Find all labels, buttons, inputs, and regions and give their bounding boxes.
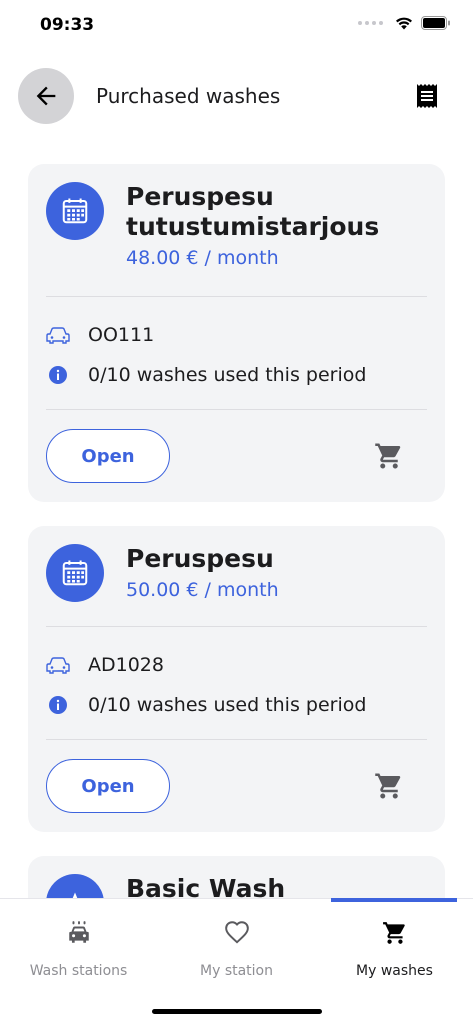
- car-icon: [46, 323, 70, 347]
- status-bar: 09:33: [0, 0, 473, 52]
- tab-label: Wash stations: [29, 963, 128, 979]
- header: Purchased washes: [0, 68, 473, 124]
- plate-number: OO111: [88, 324, 155, 346]
- plate-row: AD1028: [46, 645, 427, 685]
- battery-icon: [421, 16, 450, 30]
- add-to-cart-button[interactable]: [369, 766, 409, 806]
- back-button[interactable]: [18, 68, 74, 124]
- divider: [46, 626, 427, 627]
- washes-list[interactable]: Peruspesu tutustumistarjous 48.00 € / mo…: [28, 164, 445, 898]
- status-icons: [358, 16, 451, 30]
- wash-name: Peruspesu tutustumistarjous: [126, 182, 380, 241]
- plate-number: AD1028: [88, 654, 164, 676]
- cart-icon: [382, 919, 408, 947]
- usage-text: 0/10 washes used this period: [88, 364, 367, 386]
- calendar-icon: [46, 544, 104, 602]
- receipt-icon: [417, 84, 437, 108]
- navigation-icon: [46, 874, 104, 898]
- usage-text: 0/10 washes used this period: [88, 694, 367, 716]
- wash-card: Peruspesu 50.00 € / month AD1028 0/10 wa…: [28, 526, 445, 832]
- wash-card: Peruspesu tutustumistarjous 48.00 € / mo…: [28, 164, 445, 502]
- plate-row: OO111: [46, 315, 427, 355]
- divider: [46, 296, 427, 297]
- wash-price: 48.00 € / month: [126, 247, 279, 269]
- open-button[interactable]: Open: [46, 759, 170, 813]
- receipt-button[interactable]: [413, 82, 441, 110]
- status-time: 09:33: [40, 15, 95, 35]
- page-title: Purchased washes: [96, 84, 281, 108]
- usage-row: 0/10 washes used this period: [46, 355, 427, 395]
- signal-icon: [358, 21, 383, 25]
- home-indicator: [152, 1009, 322, 1014]
- tab-wash-stations[interactable]: Wash stations: [0, 899, 157, 999]
- tab-my-station[interactable]: My station: [158, 899, 315, 999]
- car-icon: [46, 653, 70, 677]
- tab-label: My station: [200, 963, 273, 979]
- info-icon: [46, 363, 70, 387]
- arrow-left-icon: [36, 86, 56, 106]
- car-wash-icon: [66, 919, 92, 947]
- add-to-cart-button[interactable]: [369, 436, 409, 476]
- info-icon: [46, 693, 70, 717]
- calendar-icon: [46, 182, 104, 240]
- tab-bar: Wash stations My station My washes: [0, 898, 473, 1024]
- open-button[interactable]: Open: [46, 429, 170, 483]
- tab-my-washes[interactable]: My washes: [316, 899, 473, 999]
- tab-label: My washes: [356, 963, 433, 979]
- wifi-icon: [396, 17, 412, 30]
- heart-icon: [224, 919, 250, 947]
- cart-icon: [375, 443, 401, 469]
- cart-icon: [375, 773, 401, 799]
- wash-price: 50.00 € / month: [126, 579, 279, 601]
- wash-name: Basic Wash: [126, 874, 286, 898]
- wash-card: Basic Wash: [28, 856, 445, 898]
- wash-name: Peruspesu: [126, 544, 274, 573]
- usage-row: 0/10 washes used this period: [46, 685, 427, 725]
